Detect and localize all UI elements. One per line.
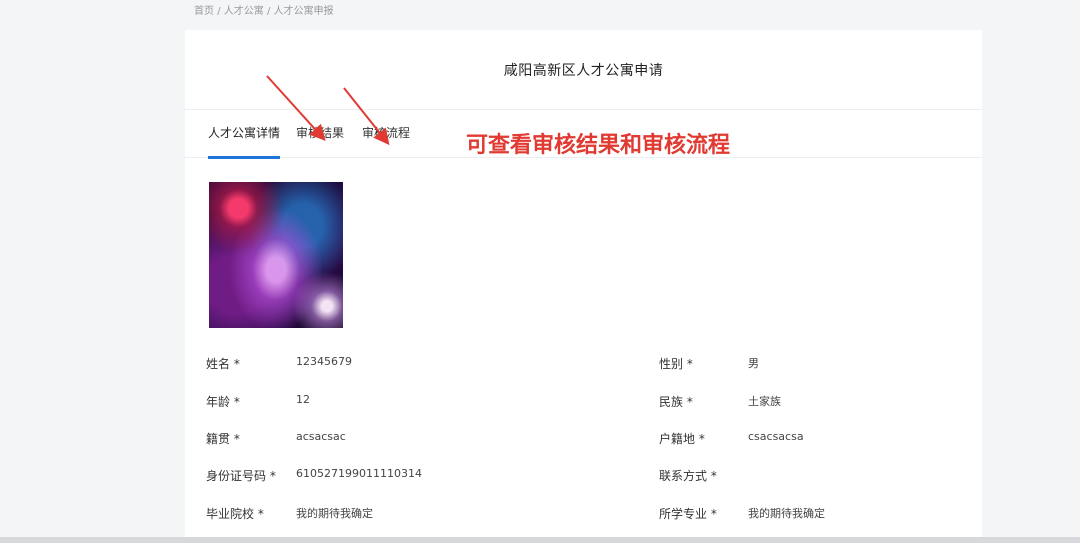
- breadcrumb: 首页 / 人才公寓 / 人才公寓申报: [194, 2, 334, 17]
- school-value: 我的期待我确定: [296, 507, 373, 520]
- gender-label: 性别 *: [659, 357, 693, 371]
- tab-apartment-details[interactable]: 人才公寓详情: [208, 124, 281, 159]
- household-value: csacsacsa: [748, 430, 804, 443]
- name-value: 12345679: [296, 355, 352, 368]
- tab-review-result[interactable]: 审核结果: [296, 124, 344, 158]
- name-label: 姓名 *: [206, 357, 240, 371]
- age-value: 12: [296, 393, 310, 406]
- ethnicity-value: 土家族: [748, 395, 781, 408]
- card-header: 咸阳高新区人才公寓申请: [185, 30, 982, 110]
- breadcrumb-home[interactable]: 首页: [194, 6, 214, 17]
- age-label: 年龄 *: [206, 395, 240, 409]
- page-title: 咸阳高新区人才公寓申请: [503, 62, 664, 79]
- gender-value: 男: [748, 357, 759, 370]
- applicant-photo: [209, 182, 343, 328]
- breadcrumb-current: 人才公寓申报: [273, 6, 334, 17]
- id-number-value: 610527199011110314: [296, 467, 422, 480]
- major-value: 我的期待我确定: [748, 507, 825, 520]
- native-place-value: acsacsac: [296, 430, 346, 443]
- major-label: 所学专业 *: [659, 507, 717, 521]
- id-number-label: 身份证号码 *: [206, 469, 276, 483]
- ethnicity-label: 民族 *: [659, 395, 693, 409]
- household-label: 户籍地 *: [659, 432, 705, 446]
- native-place-label: 籍贯 *: [206, 432, 240, 446]
- horizontal-scrollbar[interactable]: [0, 537, 1080, 543]
- tab-review-process[interactable]: 审核流程: [362, 124, 410, 158]
- school-label: 毕业院校 *: [206, 507, 264, 521]
- contact-label: 联系方式 *: [659, 469, 717, 483]
- annotation-text: 可查看审核结果和审核流程: [466, 133, 731, 158]
- breadcrumb-talent-apartment[interactable]: 人才公寓: [224, 6, 264, 17]
